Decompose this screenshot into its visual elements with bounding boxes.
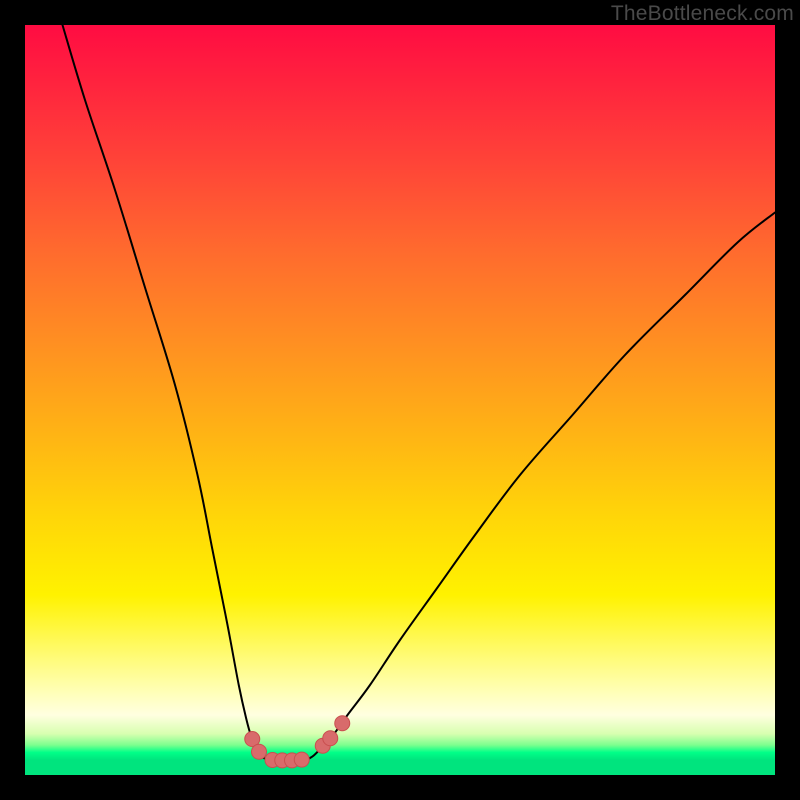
bottom-marker-4 [294,752,309,767]
right-marker-upper [335,716,350,731]
watermark-text: TheBottleneck.com [611,2,794,26]
plot-area [25,25,775,775]
right-marker-mid [323,731,338,746]
left-marker-lower [252,744,267,759]
marker-group [245,716,350,768]
curve-left-branch [63,25,268,759]
curve-right-branch [309,213,776,759]
curve-layer [25,25,775,775]
chart-frame: TheBottleneck.com [0,0,800,800]
